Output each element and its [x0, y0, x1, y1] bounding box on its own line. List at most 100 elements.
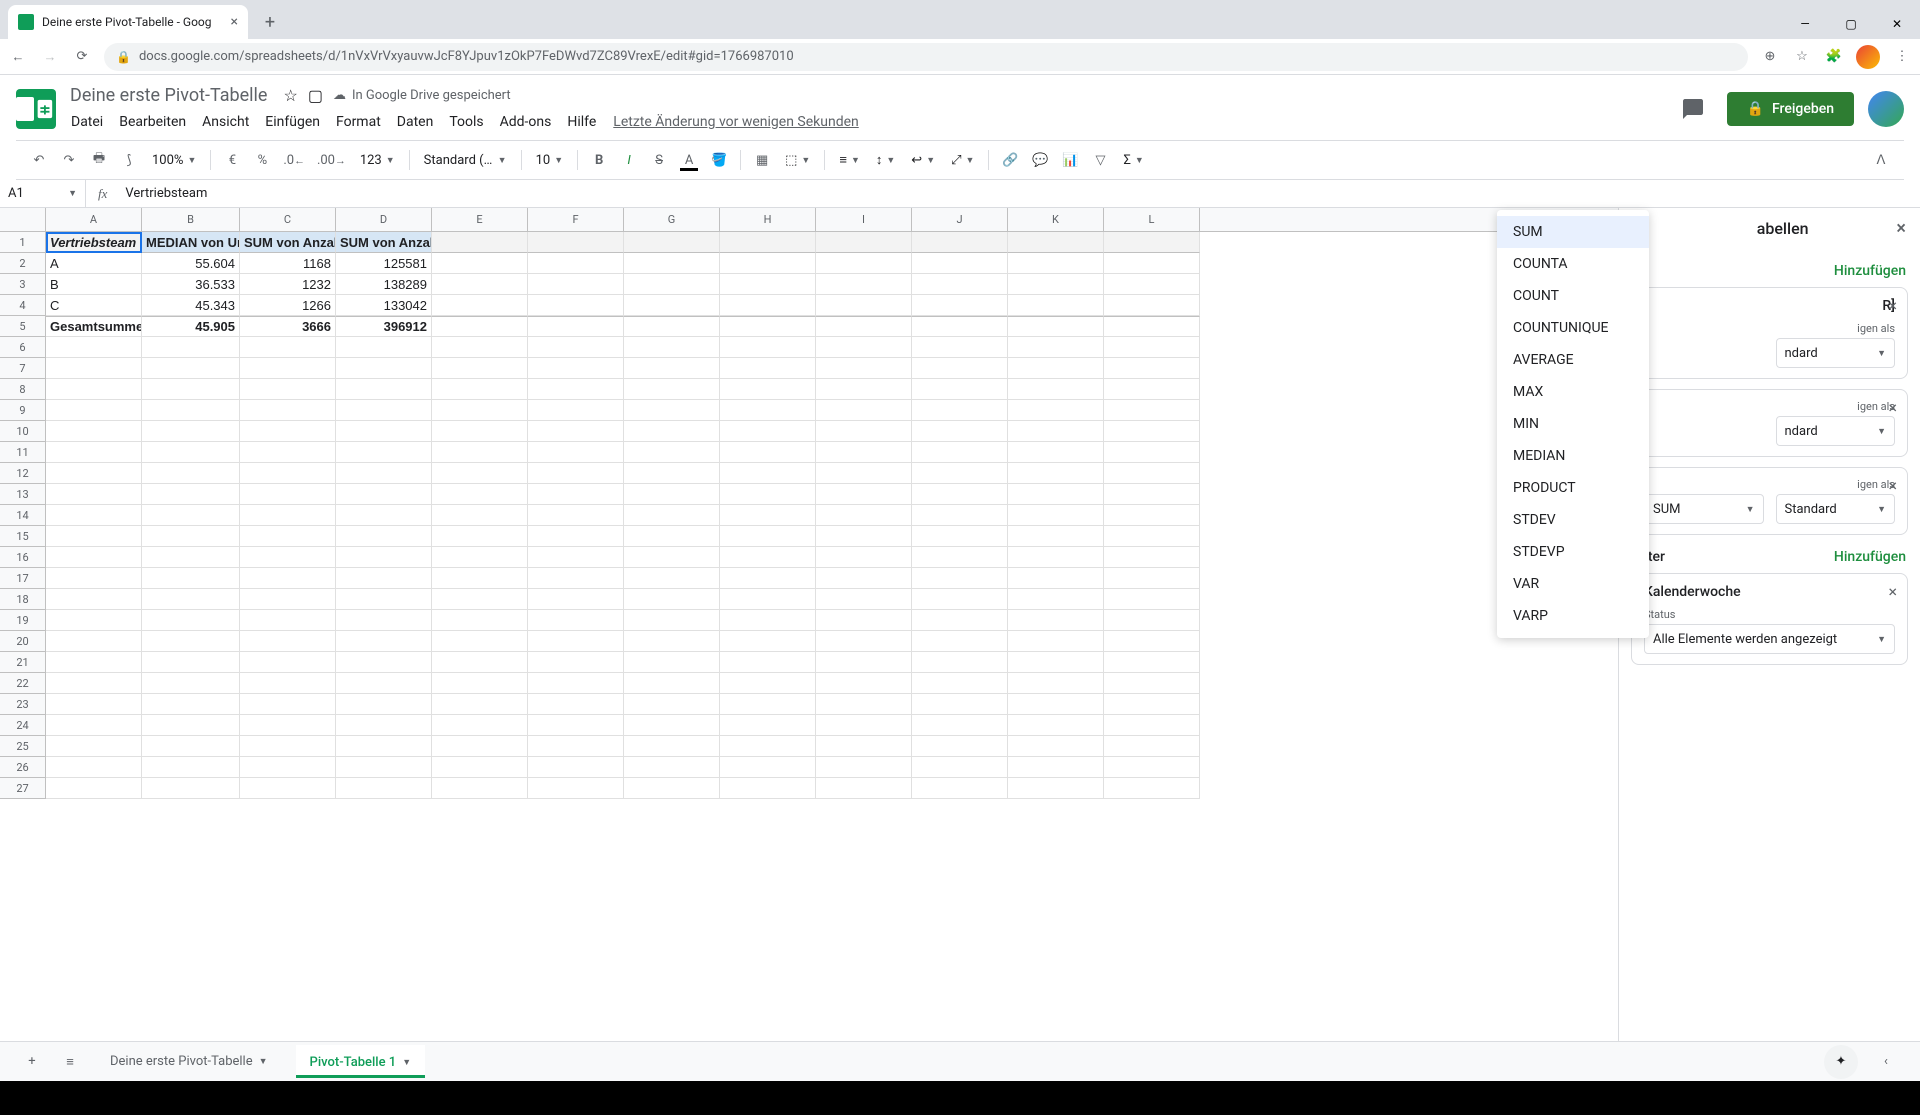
column-header[interactable]: E [432, 208, 528, 231]
row-header[interactable]: 11 [0, 442, 46, 463]
cell[interactable] [1008, 358, 1104, 379]
menu-icon[interactable]: ⋮ [1892, 47, 1912, 67]
cell[interactable] [912, 673, 1008, 694]
cell[interactable] [142, 400, 240, 421]
cell[interactable] [1104, 547, 1200, 568]
cell[interactable] [142, 610, 240, 631]
cell[interactable] [432, 358, 528, 379]
cell[interactable] [1104, 463, 1200, 484]
dropdown-item[interactable]: SUM [1497, 216, 1649, 248]
cell[interactable] [1104, 421, 1200, 442]
move-icon[interactable]: ▢ [308, 86, 323, 105]
cell[interactable] [1008, 274, 1104, 295]
cell[interactable] [142, 442, 240, 463]
cell[interactable] [1104, 757, 1200, 778]
cell[interactable] [816, 295, 912, 316]
cell[interactable]: B [46, 274, 142, 295]
cell[interactable]: 133042 [336, 295, 432, 316]
cell[interactable] [528, 505, 624, 526]
row-header[interactable]: 13 [0, 484, 46, 505]
cell[interactable] [720, 757, 816, 778]
minimize-button[interactable]: — [1782, 9, 1828, 39]
cell[interactable] [336, 757, 432, 778]
cell[interactable] [336, 568, 432, 589]
cell[interactable] [432, 337, 528, 358]
percent-button[interactable]: % [249, 147, 275, 173]
cell[interactable] [1008, 442, 1104, 463]
cell[interactable] [1104, 337, 1200, 358]
row-header[interactable]: 25 [0, 736, 46, 757]
row-header[interactable]: 7 [0, 358, 46, 379]
row-header[interactable]: 27 [0, 778, 46, 799]
cell[interactable] [432, 547, 528, 568]
cell[interactable] [46, 505, 142, 526]
cell[interactable] [142, 526, 240, 547]
cell[interactable] [432, 757, 528, 778]
cell[interactable] [720, 526, 816, 547]
cell[interactable] [816, 232, 912, 253]
dropdown-item[interactable]: COUNT [1497, 280, 1649, 312]
row-header[interactable]: 3 [0, 274, 46, 295]
cell[interactable] [720, 694, 816, 715]
cell[interactable] [432, 484, 528, 505]
cell[interactable] [624, 463, 720, 484]
url-input[interactable]: 🔒 docs.google.com/spreadsheets/d/1nVxVrV… [104, 43, 1748, 71]
cell[interactable] [1104, 295, 1200, 316]
cell[interactable] [816, 379, 912, 400]
cell[interactable]: 138289 [336, 274, 432, 295]
cell[interactable] [624, 400, 720, 421]
cell[interactable] [720, 589, 816, 610]
star-icon[interactable]: ☆ [283, 86, 297, 105]
cell[interactable] [336, 631, 432, 652]
cell[interactable] [142, 337, 240, 358]
font-select[interactable]: Standard (…▼ [418, 147, 513, 173]
cell[interactable] [1008, 673, 1104, 694]
cell[interactable] [1104, 253, 1200, 274]
cell[interactable] [432, 778, 528, 799]
cell[interactable] [912, 568, 1008, 589]
cell[interactable] [1008, 505, 1104, 526]
cell[interactable] [528, 757, 624, 778]
cell[interactable] [240, 652, 336, 673]
dropdown-item[interactable]: MAX [1497, 376, 1649, 408]
cell[interactable] [336, 715, 432, 736]
cell[interactable] [142, 715, 240, 736]
profile-avatar-icon[interactable] [1856, 45, 1880, 69]
column-header[interactable]: D [336, 208, 432, 231]
cell[interactable] [528, 337, 624, 358]
cell[interactable] [1008, 400, 1104, 421]
cell[interactable] [336, 778, 432, 799]
cell[interactable]: Vertriebsteam [46, 232, 142, 253]
cell[interactable] [816, 421, 912, 442]
cell[interactable] [336, 610, 432, 631]
decrease-decimal-button[interactable]: .0← [279, 147, 309, 173]
cell[interactable] [816, 505, 912, 526]
cell[interactable] [240, 442, 336, 463]
cell[interactable] [1104, 736, 1200, 757]
cell[interactable] [142, 589, 240, 610]
sheets-logo-icon[interactable] [16, 89, 56, 129]
cell[interactable] [912, 631, 1008, 652]
cell[interactable] [142, 778, 240, 799]
cell[interactable] [336, 358, 432, 379]
cell[interactable] [432, 505, 528, 526]
cell[interactable] [46, 484, 142, 505]
cell[interactable] [142, 484, 240, 505]
cell[interactable] [240, 337, 336, 358]
cell[interactable] [240, 673, 336, 694]
wrap-button[interactable]: ↩▼ [905, 147, 941, 173]
cell[interactable] [528, 274, 624, 295]
row-header[interactable]: 23 [0, 694, 46, 715]
cell[interactable] [142, 358, 240, 379]
cell[interactable] [1008, 715, 1104, 736]
cell[interactable] [432, 421, 528, 442]
cell[interactable] [624, 631, 720, 652]
cell[interactable] [912, 232, 1008, 253]
cell[interactable] [912, 778, 1008, 799]
cell[interactable] [336, 463, 432, 484]
cell[interactable] [720, 421, 816, 442]
cell[interactable] [1104, 631, 1200, 652]
cell[interactable] [816, 715, 912, 736]
cell[interactable] [720, 736, 816, 757]
menu-einfuegen[interactable]: Einfügen [258, 110, 327, 134]
